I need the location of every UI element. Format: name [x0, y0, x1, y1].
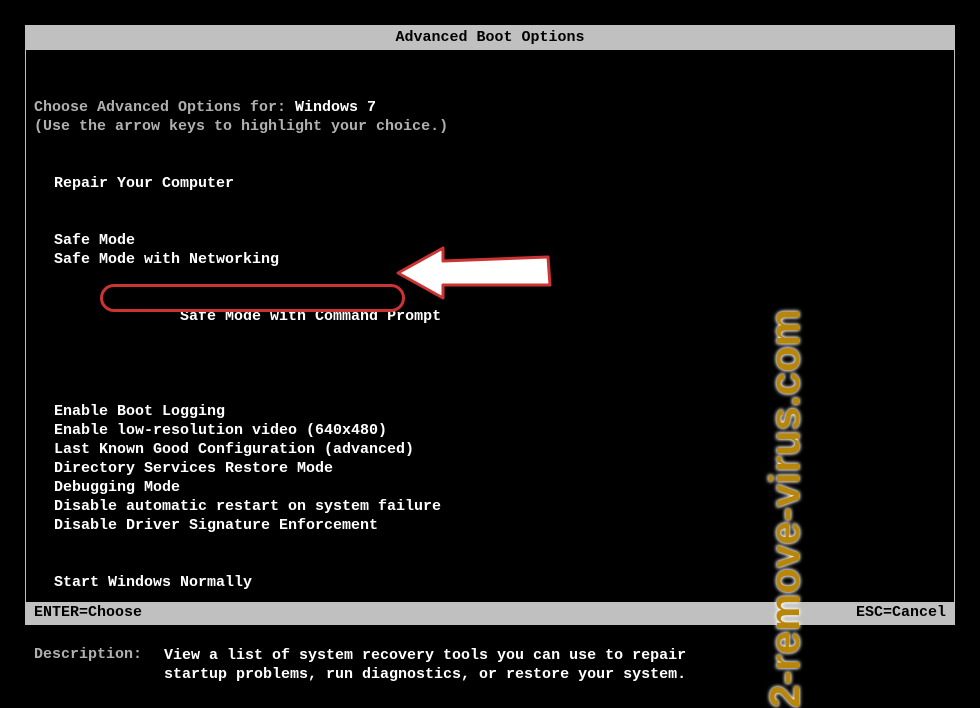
choose-label: Choose Advanced Options for:: [34, 99, 295, 116]
os-name: Windows 7: [295, 99, 376, 116]
spacer: [34, 535, 946, 554]
spacer: [34, 554, 946, 573]
description-line2: startup problems, run diagnostics, or re…: [164, 665, 686, 684]
option-safe-mode-cmd: Safe Mode with Command Prompt: [180, 308, 441, 325]
description-text-block: View a list of system recovery tools you…: [164, 646, 686, 684]
spacer: [34, 193, 946, 212]
title-bar: Advanced Boot Options: [26, 26, 954, 50]
description-label: Description:: [34, 646, 164, 684]
option-lkgc[interactable]: Last Known Good Configuration (advanced): [34, 440, 946, 459]
spacer: [34, 212, 946, 231]
option-safe-mode-cmd-row[interactable]: Safe Mode with Command Prompt: [34, 269, 946, 383]
choose-prompt-line: Choose Advanced Options for: Windows 7: [34, 98, 946, 117]
description-line1: View a list of system recovery tools you…: [164, 646, 686, 665]
footer-enter: ENTER=Choose: [34, 602, 142, 624]
option-safe-mode[interactable]: Safe Mode: [34, 231, 946, 250]
content-area: Choose Advanced Options for: Windows 7 (…: [26, 50, 954, 684]
footer-esc: ESC=Cancel: [856, 602, 946, 624]
option-debug[interactable]: Debugging Mode: [34, 478, 946, 497]
option-safe-mode-networking[interactable]: Safe Mode with Networking: [34, 250, 946, 269]
option-no-sig[interactable]: Disable Driver Signature Enforcement: [34, 516, 946, 535]
option-dsrm[interactable]: Directory Services Restore Mode: [34, 459, 946, 478]
screen-title: Advanced Boot Options: [395, 29, 584, 46]
option-boot-logging[interactable]: Enable Boot Logging: [34, 402, 946, 421]
option-repair[interactable]: Repair Your Computer: [34, 174, 946, 193]
boot-screen: Advanced Boot Options Choose Advanced Op…: [25, 25, 955, 625]
spacer: [34, 155, 946, 174]
option-normal[interactable]: Start Windows Normally: [34, 573, 946, 592]
spacer: [34, 136, 946, 155]
spacer: [34, 383, 946, 402]
option-low-res[interactable]: Enable low-resolution video (640x480): [34, 421, 946, 440]
option-no-restart[interactable]: Disable automatic restart on system fail…: [34, 497, 946, 516]
description-row: Description: View a list of system recov…: [34, 646, 946, 684]
footer-bar: ENTER=Choose ESC=Cancel: [26, 602, 954, 624]
instructions: (Use the arrow keys to highlight your ch…: [34, 117, 946, 136]
